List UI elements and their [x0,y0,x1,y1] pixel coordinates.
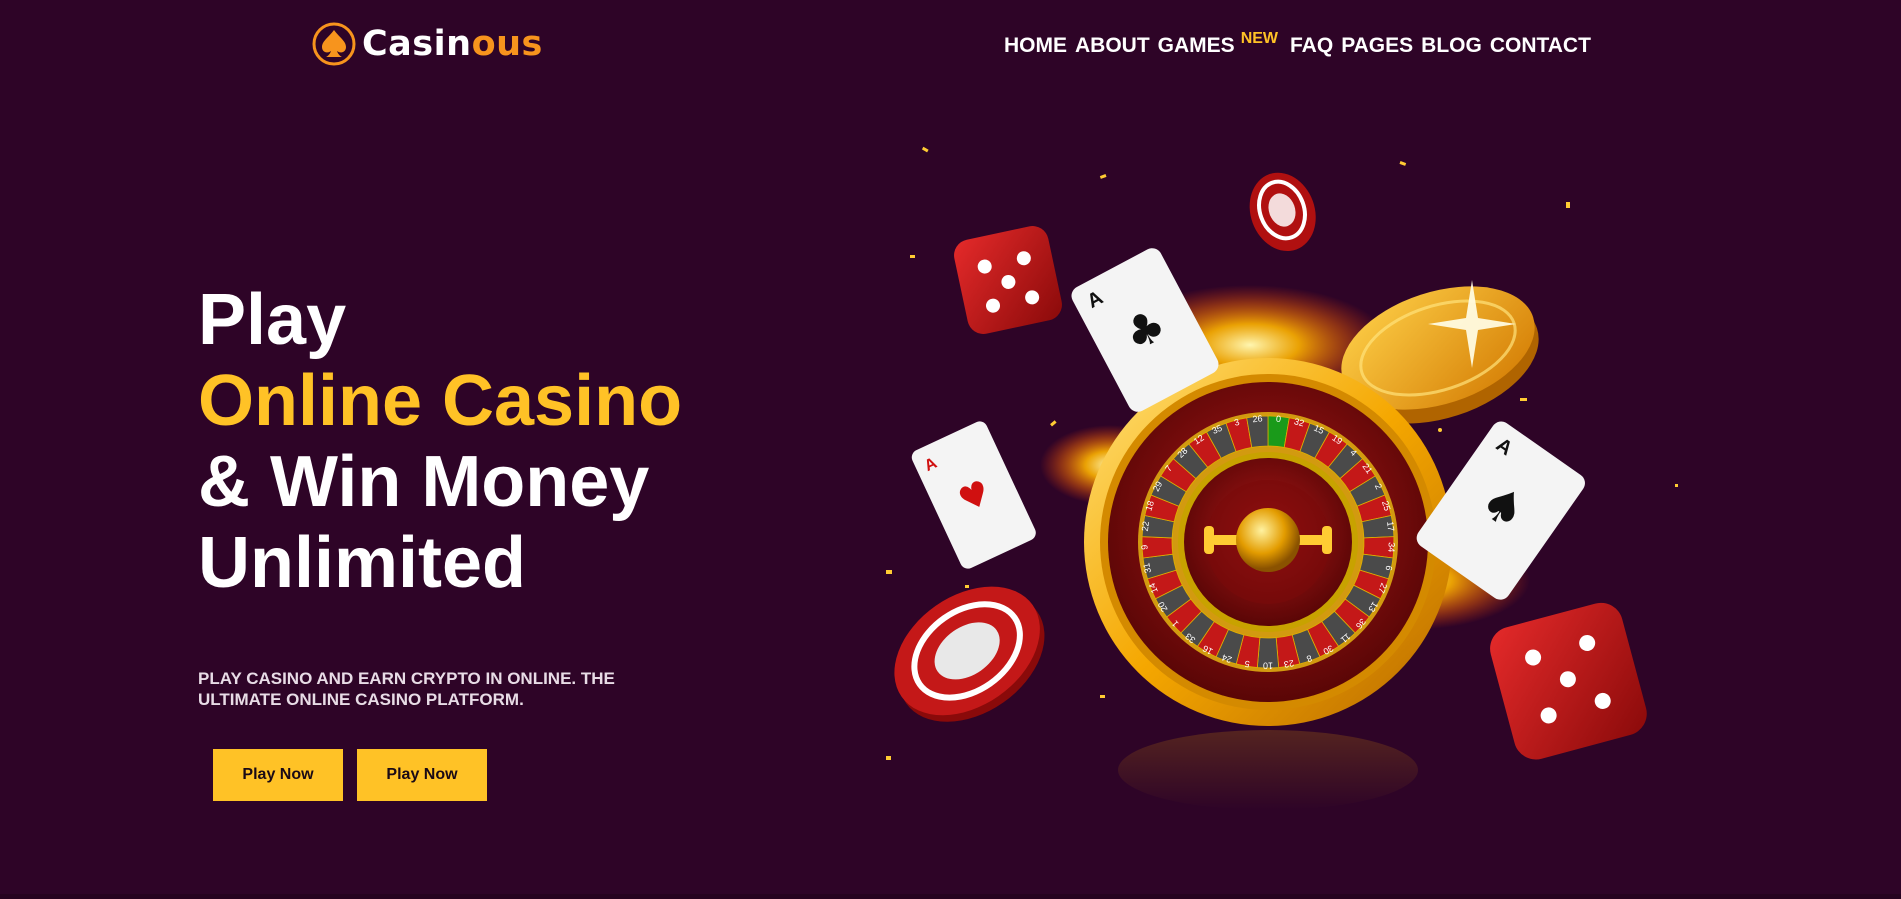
hero-line-2: Online Casino [198,361,683,441]
nav-blog[interactable]: BLOG [1421,34,1482,58]
nav-faq[interactable]: FAQ [1290,34,1333,58]
new-badge: NEW [1240,30,1279,47]
bottom-strip [0,894,1901,899]
roulette-number: 31 [1141,562,1153,574]
play-now-button-1[interactable]: Play Now [213,749,343,801]
nav-home[interactable]: HOME [1004,34,1067,58]
nav-contact[interactable]: CONTACT [1490,34,1591,58]
poker-chip-top [1249,172,1316,252]
nav-pages[interactable]: PAGES [1341,34,1413,58]
hero-line-3: & Win Money [198,442,650,522]
roulette-number: 0 [1276,414,1282,424]
roulette-number: 9 [1139,545,1149,550]
roulette-number: 23 [1283,658,1295,670]
brand-name: Casinous [362,23,543,64]
card-ace-of-hearts: A ♥ [911,421,1036,569]
hero-subtitle: PLAY CASINO AND EARN CRYPTO IN ONLINE. T… [198,669,615,709]
hero-line-1: Play [198,280,347,360]
poker-chip-bottom-left [894,586,1045,722]
brand-logo[interactable]: Casinous [312,20,543,68]
spade-icon [312,22,356,66]
roulette-number: 17 [1385,521,1396,532]
dice-bottom-right [1490,602,1647,760]
main-nav: HOME ABOUT GAMES NEW FAQ PAGES BLOG CONT… [1004,30,1591,58]
brand-name-part2: ous [471,23,543,64]
hero-line-4: Unlimited [198,523,527,603]
nav-games-wrap: GAMES NEW [1158,30,1290,58]
roulette-number: 34 [1386,542,1396,552]
roulette-number: 22 [1140,521,1151,532]
reflection [1118,730,1418,810]
roulette-number: 10 [1263,661,1273,671]
play-now-button-2[interactable]: Play Now [357,749,487,801]
casino-illustration: 0 321519421225173462713361130823105241633… [886,146,1678,810]
roulette-number: 26 [1252,413,1263,424]
hero-title: Play Online Casino & Win Money Unlimited [198,280,682,604]
nav-about[interactable]: ABOUT [1075,34,1150,58]
page: Casinous HOME ABOUT GAMES NEW FAQ PAGES … [0,0,1901,899]
brand-name-part1: Casin [362,23,472,64]
roulette-wheel: 0 321519421225173462713361130823105241633… [1084,358,1452,726]
dice-top-left [954,226,1062,334]
nav-games[interactable]: GAMES [1158,34,1235,58]
